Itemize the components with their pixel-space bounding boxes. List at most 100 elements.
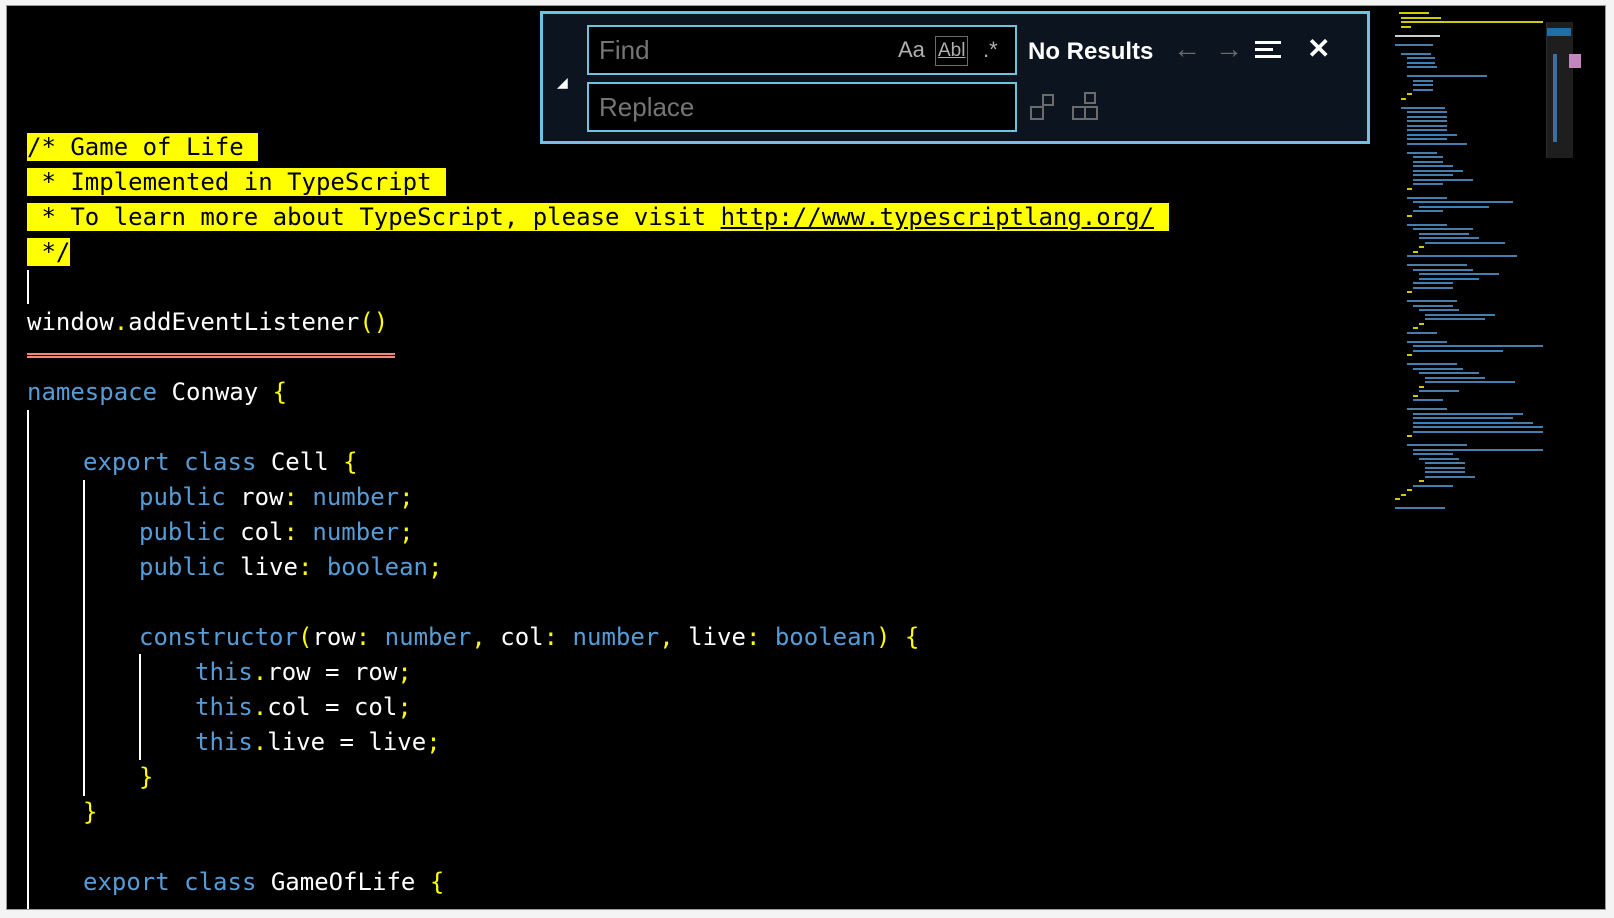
minimap-line [1413,484,1453,487]
minimap-line [1413,88,1433,91]
minimap-line [1407,75,1487,77]
minimap-line [1425,376,1485,379]
minimap-line [1413,430,1543,433]
minimap-line [1425,241,1505,244]
code-line: constructor(row: number, col: number, li… [139,623,920,651]
minimap-line [1425,318,1485,320]
comment-line-1: /* Game of Life [27,133,244,161]
minimap-line [1425,381,1515,383]
previous-match-button[interactable]: ← [1173,34,1201,64]
minimap-line [1401,25,1411,28]
minimap-line [1419,237,1479,239]
minimap-line [1413,250,1418,253]
minimap-line [1419,390,1459,392]
minimap-line [1395,34,1440,37]
replace-one-icon[interactable] [1028,90,1058,124]
find-in-selection-icon[interactable] [1255,41,1281,65]
minimap-line [1407,196,1447,199]
minimap-line [1407,151,1437,154]
toggle-replace-button[interactable]: ◢ [557,74,568,91]
code-line: export class Cell { [83,448,358,476]
minimap-line [1413,282,1453,284]
comment-url-link[interactable]: http://www.typescriptlang.org/ [720,203,1155,231]
minimap-line [1407,255,1517,257]
minimap-line [1413,178,1473,181]
minimap-line [1413,412,1523,415]
minimap-line [1407,111,1447,113]
minimap-line [1413,345,1543,347]
minimap-line [1419,273,1499,275]
code-line: } [83,798,98,826]
code-line: this.row = row; [195,658,412,686]
code-line: this.live = live; [195,728,441,756]
minimap-line [1413,174,1453,176]
minimap-line [1407,354,1412,356]
minimap-line [1407,489,1412,491]
minimap-line [1425,462,1465,464]
scrollbar-slider[interactable] [1546,22,1573,158]
editor-window: /* Game of Life * Implemented in TypeScr… [6,5,1606,910]
indent-guide [27,410,29,909]
minimap-line [1419,322,1424,325]
code-line: public col: number; [139,518,414,546]
minimap-line [1407,444,1467,446]
code-line: * To learn more about TypeScript, please… [27,199,1169,235]
code-line: export class GameOfLife { [83,868,445,896]
minimap-line [1407,264,1467,266]
minimap-line [1413,210,1443,212]
indent-guide [83,480,85,796]
minimap-line [1407,138,1447,140]
minimap-line [1419,457,1459,460]
minimap-line [1419,309,1459,311]
find-replace-widget: ◢ Aa Abl .* No Results ← → ✕ [540,11,1370,144]
code-line: window.addEventListener() [27,308,389,336]
code-line: * Implemented in TypeScript [27,164,447,200]
minimap-line [1413,349,1503,352]
minimap-line [1407,223,1447,226]
minimap-line [1407,115,1447,118]
text-cursor [27,270,29,304]
minimap-line [1413,399,1443,401]
indent-guide [139,654,141,760]
minimap-line [1407,187,1412,190]
minimap-line [1419,385,1424,388]
minimap-line [1401,97,1406,100]
comment-line-4: */ [27,238,71,266]
minimap-line [1407,214,1412,217]
minimap-line [1395,43,1433,46]
close-icon[interactable]: ✕ [1307,34,1330,64]
minimap-line [1413,228,1473,230]
replace-input[interactable] [587,82,1017,132]
minimap-line [1407,61,1435,64]
minimap-line [1407,57,1435,59]
regex-toggle[interactable]: .* [983,36,998,64]
minimap-line [1425,475,1475,478]
minimap-line [1401,21,1543,23]
next-match-button[interactable]: → [1215,34,1243,64]
minimap-line [1401,52,1431,55]
match-case-toggle[interactable]: Aa [898,36,925,64]
minimap-line [1395,507,1445,509]
minimap-line [1413,79,1433,82]
minimap-line [1425,466,1465,469]
code-line: public live: boolean; [139,553,443,581]
minimap-line [1419,232,1469,235]
replace-all-icon[interactable] [1070,90,1100,124]
minimap-line [1413,286,1453,289]
overview-ruler-error-mark [1569,54,1581,68]
minimap-line [1401,106,1445,109]
minimap-line [1413,169,1463,172]
whole-word-toggle[interactable]: Abl [935,36,969,66]
minimap-line [1413,327,1418,329]
minimap[interactable] [1395,6,1545,909]
minimap-line [1407,300,1457,302]
minimap-line [1419,480,1424,482]
minimap-line [1407,331,1437,334]
minimap-line [1413,367,1463,370]
minimap-line [1399,12,1429,14]
minimap-line [1419,277,1479,280]
minimap-line [1407,340,1447,343]
minimap-line [1413,417,1513,419]
minimap-line [1401,493,1406,496]
minimap-line [1413,421,1533,424]
